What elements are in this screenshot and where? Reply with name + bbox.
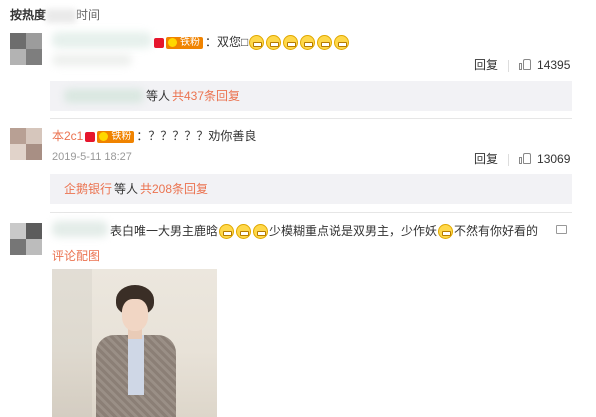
thumb-up-icon[interactable] [519,58,532,70]
sort-bar: 按热度 时间 [10,6,100,23]
comment-actions: 回复 13069 [474,150,570,167]
divider [508,153,510,166]
comment-photo[interactable] [52,269,217,417]
grin-emoji-icon [266,35,282,51]
comment-picture-link[interactable]: 评论配图 [52,247,100,264]
blurred-time [52,54,132,66]
photo-shadow [52,269,92,417]
grin-emoji-icon [249,35,265,51]
reply-button[interactable]: 回复 [474,56,498,73]
blurred-username [52,32,152,48]
photo-shirt [128,335,144,395]
comment-time: 2019-5-11 18:27 [52,151,132,163]
reply-button[interactable]: 回复 [474,150,498,167]
comment-divider [50,212,572,213]
sort-by-hot[interactable]: 按热度 [10,8,46,22]
photo-face [122,299,148,331]
avatar[interactable] [10,128,42,160]
fan-badge: 铁粉 [166,36,203,49]
comment-text: 本2c1 铁粉 ：？？？？？劝你善良 [52,129,257,143]
reply-username-link[interactable]: 企鹅银行 [64,174,112,204]
username-link[interactable]: 本2c1 [52,129,83,143]
grin-emoji-icon [300,35,316,51]
reply-summary[interactable]: 等人 共437条回复 [50,81,572,111]
blurred-text [46,8,77,23]
blurred-username [64,89,144,103]
grin-emoji-icon [236,224,252,240]
divider [508,59,510,72]
image-attachment-icon[interactable] [556,225,567,234]
thumb-up-icon[interactable] [519,152,532,164]
reply-count-link[interactable]: 共208条回复 [140,174,208,204]
grin-emoji-icon [253,224,269,240]
like-count: 14395 [537,58,571,72]
grin-emoji-icon [438,224,454,240]
avatar[interactable] [10,33,42,65]
reply-summary-suffix: 等人 [146,89,171,103]
grin-emoji-icon [283,35,299,51]
grin-emoji-icon [334,35,350,51]
sort-by-time[interactable]: 时间 [76,8,100,22]
comment-text: 铁粉 ：双您□ [152,33,350,51]
unknown-glyph: □ [241,35,249,49]
comment-actions: 回复 14395 [474,56,570,73]
avatar[interactable] [10,223,42,255]
reply-summary-suffix: 等人 [114,182,139,196]
reply-count-link[interactable]: 共437条回复 [172,81,240,111]
blurred-username [52,221,108,237]
comment-text: 表白唯一大男主鹿晗 少模糊重点说是双男主，少作妖 不然有你好看的 [110,224,539,240]
vip-icon [154,37,164,48]
reply-summary[interactable]: 企鹅银行 等人 共208条回复 [50,174,572,204]
vip-icon [85,131,96,142]
grin-emoji-icon [219,224,235,240]
like-count: 13069 [537,152,571,166]
grin-emoji-icon [317,35,333,51]
comment-divider [50,118,572,119]
fan-badge: 铁粉 [97,130,135,143]
